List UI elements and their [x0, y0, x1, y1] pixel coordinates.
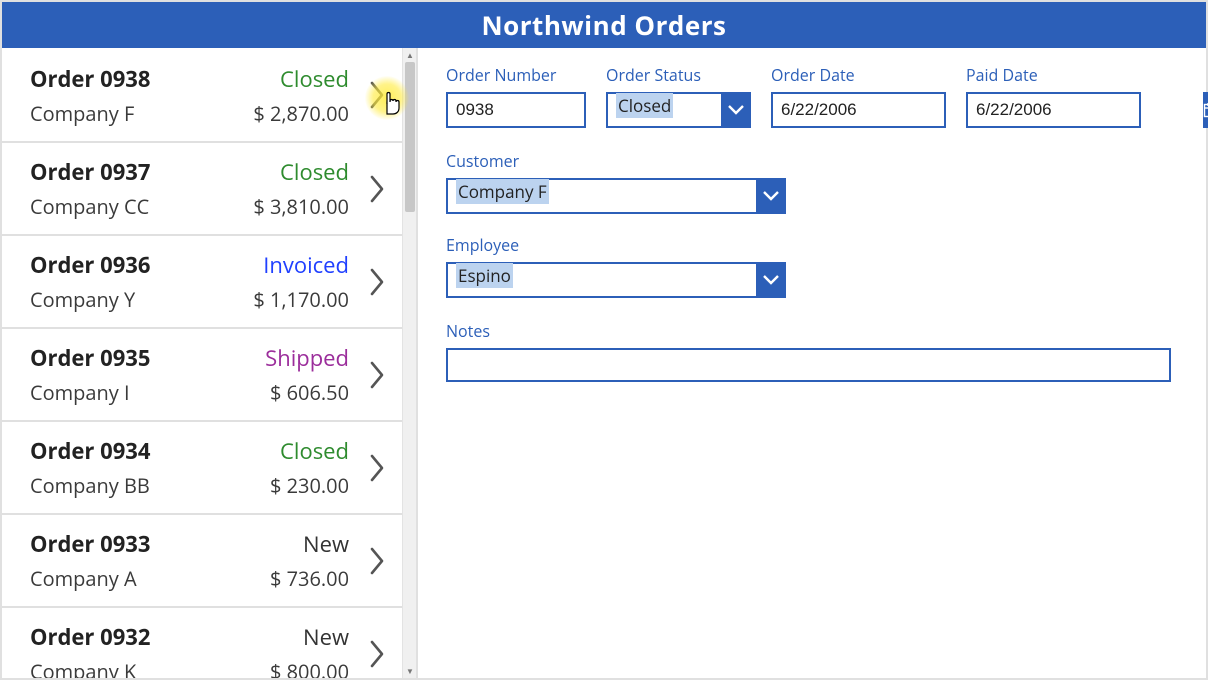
order-company: Company I — [30, 379, 130, 406]
order-status: Closed — [280, 64, 349, 94]
order-company: Company CC — [30, 193, 149, 220]
order-status: Closed — [280, 157, 349, 187]
chevron-right-icon[interactable] — [364, 355, 392, 395]
value-order-status: Closed — [616, 93, 673, 118]
app-title: Northwind Orders — [482, 7, 727, 43]
order-title: Order 0933 — [30, 529, 150, 559]
field-employee: Employee Espino — [446, 234, 786, 298]
order-list[interactable]: Order 0938ClosedCompany F$ 2,870.00Order… — [2, 48, 404, 678]
field-order-number: Order Number — [446, 64, 586, 128]
input-order-number-wrap[interactable] — [446, 92, 586, 128]
order-sidebar: Order 0938ClosedCompany F$ 2,870.00Order… — [2, 48, 418, 678]
select-order-status[interactable]: Closed — [606, 92, 751, 128]
input-paid-date-wrap[interactable] — [966, 92, 1141, 128]
chevron-right-icon[interactable] — [364, 75, 392, 115]
order-list-item[interactable]: Order 0936 Invoiced Company Y $ 1,170.00 — [2, 236, 404, 329]
order-company: Company A — [30, 565, 137, 592]
order-amount: $ 230.00 — [270, 472, 349, 499]
label-order-status: Order Status — [606, 64, 751, 86]
order-list-item[interactable]: Order 0937 Closed Company CC $ 3,810.00 — [2, 143, 404, 236]
field-customer: Customer Company F — [446, 150, 786, 214]
order-title: Order 0932 — [30, 622, 150, 652]
value-employee: Espino — [456, 263, 513, 288]
label-employee: Employee — [446, 234, 786, 256]
field-paid-date: Paid Date — [966, 64, 1141, 128]
order-title: Order 0934 — [30, 436, 150, 466]
scroll-up-button[interactable]: ▲ — [403, 48, 417, 62]
order-title: Order 0937 — [30, 157, 150, 187]
order-title: Order 0938 — [30, 64, 150, 94]
order-amount: $ 1,170.00 — [253, 286, 349, 313]
order-list-item[interactable]: Order 0938 Closed Company F $ 2,870.00 — [2, 48, 404, 143]
chevron-right-icon[interactable] — [364, 634, 392, 674]
chevron-down-icon[interactable] — [756, 178, 786, 214]
app-window: Northwind Orders Order 0938 Closed Company… — [0, 0, 1208, 680]
scrollbar-track[interactable]: ▲ ▼ — [402, 48, 416, 678]
chevron-down-icon[interactable] — [756, 262, 786, 298]
order-list-item[interactable]: Order 0933 New Company A $ 736.00 — [2, 515, 404, 608]
chevron-right-icon[interactable] — [364, 448, 392, 488]
select-employee[interactable]: Espino — [446, 262, 786, 298]
order-status: New — [303, 529, 349, 559]
scroll-down-button[interactable]: ▼ — [403, 664, 417, 678]
chevron-down-icon[interactable] — [721, 92, 751, 128]
chevron-right-icon[interactable] — [364, 262, 392, 302]
order-status: New — [303, 622, 349, 652]
order-list-item[interactable]: Order 0935 Shipped Company I $ 606.50 — [2, 329, 404, 422]
order-company: Company F — [30, 100, 134, 127]
order-amount: $ 800.00 — [270, 658, 349, 678]
order-status: Shipped — [265, 343, 349, 373]
field-order-date: Order Date — [771, 64, 946, 128]
input-paid-date[interactable] — [976, 94, 1197, 126]
order-list-item[interactable]: Order 0932 New Company K $ 800.00 — [2, 608, 404, 678]
order-list-item[interactable]: Order 0934 Closed Company BB $ 230.00 — [2, 422, 404, 515]
label-order-number: Order Number — [446, 64, 586, 86]
order-amount: $ 736.00 — [270, 565, 349, 592]
app-body: Order 0938ClosedCompany F$ 2,870.00Order… — [2, 48, 1206, 678]
order-status: Closed — [280, 436, 349, 466]
scrollbar-thumb[interactable] — [405, 62, 415, 212]
app-header: Northwind Orders — [2, 2, 1206, 48]
label-order-date: Order Date — [771, 64, 946, 86]
chevron-right-icon[interactable] — [364, 541, 392, 581]
field-notes: Notes — [446, 320, 1171, 382]
order-amount: $ 2,870.00 — [253, 100, 349, 127]
value-customer: Company F — [456, 179, 549, 204]
order-status: Invoiced — [263, 250, 349, 280]
label-paid-date: Paid Date — [966, 64, 1141, 86]
field-order-status: Order Status Closed — [606, 64, 751, 128]
order-title: Order 0936 — [30, 250, 150, 280]
label-customer: Customer — [446, 150, 786, 172]
input-notes[interactable] — [446, 348, 1171, 382]
order-detail-form: Order Number Order Status Closed O — [418, 48, 1206, 678]
order-company: Company K — [30, 658, 136, 678]
select-customer[interactable]: Company F — [446, 178, 786, 214]
order-amount: $ 606.50 — [270, 379, 349, 406]
order-title: Order 0935 — [30, 343, 150, 373]
chevron-right-icon[interactable] — [364, 169, 392, 209]
calendar-icon[interactable] — [1203, 92, 1208, 128]
order-company: Company BB — [30, 472, 150, 499]
order-company: Company Y — [30, 286, 135, 313]
label-notes: Notes — [446, 320, 1171, 342]
order-amount: $ 3,810.00 — [253, 193, 349, 220]
input-order-date-wrap[interactable] — [771, 92, 946, 128]
